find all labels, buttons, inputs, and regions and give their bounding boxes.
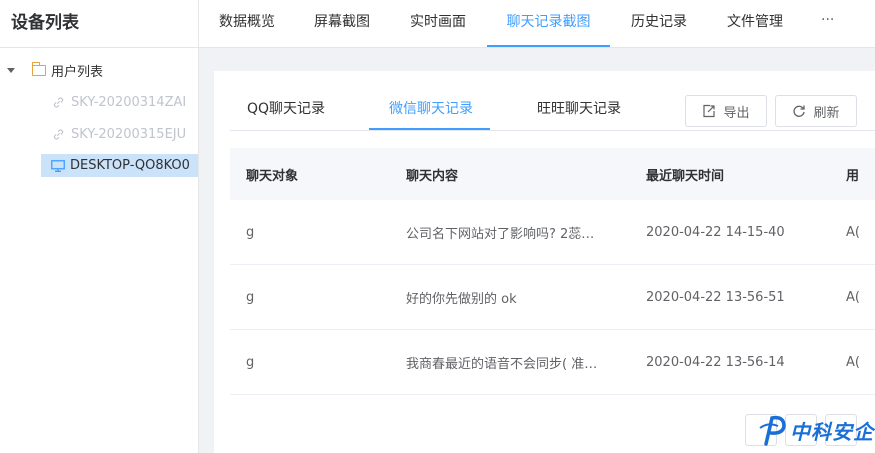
- watermark-text: 中科安企: [790, 419, 874, 444]
- refresh-button[interactable]: 刷新: [775, 95, 857, 127]
- device-label: SKY-20200314ZAI: [71, 94, 187, 110]
- refresh-label: 刷新: [813, 105, 840, 121]
- cell-user: A(: [846, 354, 860, 370]
- table-row[interactable]: g 好的你先做别的 ok 2020-04-22 13-56-51 A(: [230, 265, 875, 330]
- cell-user: A(: [846, 224, 860, 240]
- chat-tabs: QQ聊天记录 微信聊天记录 旺旺聊天记录 导出 刷新: [214, 71, 875, 131]
- link-icon: [53, 96, 64, 108]
- table-header: 聊天对象 聊天内容 最近聊天时间 用: [230, 148, 875, 200]
- tree-node-device-1[interactable]: SKY-20200314ZAI: [0, 86, 198, 118]
- export-button[interactable]: 导出: [685, 95, 767, 127]
- cell-content: 公司名下网站对了影响吗? 2蕊…: [406, 226, 595, 242]
- cell-target: g: [246, 224, 255, 240]
- device-label: SKY-20200315EJU: [71, 126, 187, 142]
- sidebar-title: 设备列表: [0, 0, 198, 48]
- chat-records-table: 聊天对象 聊天内容 最近聊天时间 用 g 公司名下网站对了影响吗? 2蕊… 20…: [230, 148, 875, 395]
- header-last-chat-time: 最近聊天时间: [646, 168, 725, 184]
- tab-data-overview[interactable]: 数据概览: [207, 0, 287, 47]
- tree-root-label: 用户列表: [51, 64, 104, 80]
- cell-content: 好的你先做别的 ok: [406, 291, 517, 307]
- header-user: 用: [846, 168, 860, 184]
- tab-screenshot[interactable]: 屏幕截图: [302, 0, 382, 47]
- tab-live-view[interactable]: 实时画面: [398, 0, 478, 47]
- device-tree: 用户列表 SKY-20200314ZAI SKY-20200315EJU DES…: [0, 48, 198, 177]
- refresh-icon: [793, 105, 806, 117]
- monitor-icon: [51, 159, 65, 172]
- tree-node-device-3[interactable]: DESKTOP-QO8KO0: [41, 154, 198, 177]
- tab-qq-chat[interactable]: QQ聊天记录: [247, 98, 325, 118]
- tab-wechat-chat[interactable]: 微信聊天记录: [389, 98, 473, 118]
- folder-icon: [31, 61, 46, 76]
- more-tabs-button[interactable]: ···: [821, 0, 834, 47]
- tree-node-device-2[interactable]: SKY-20200315EJU: [0, 118, 198, 150]
- device-label: DESKTOP-QO8KO0: [70, 158, 190, 173]
- header-chat-target: 聊天对象: [246, 168, 299, 184]
- cell-target: g: [246, 289, 255, 305]
- cell-time: 2020-04-22 14-15-40: [646, 224, 785, 240]
- tab-chat-screenshot[interactable]: 聊天记录截图: [487, 0, 610, 47]
- top-tab-bar: 数据概览 屏幕截图 实时画面 聊天记录截图 历史记录 文件管理 ···: [199, 0, 875, 48]
- cell-content: 我商春最近的语音不会同步( 准…: [406, 356, 598, 372]
- table-row[interactable]: g 我商春最近的语音不会同步( 准… 2020-04-22 13-56-14 A…: [230, 330, 875, 395]
- cell-user: A(: [846, 289, 860, 305]
- chat-records-card: QQ聊天记录 微信聊天记录 旺旺聊天记录 导出 刷新 聊天对象 聊天内容 最近聊…: [214, 71, 875, 453]
- export-label: 导出: [723, 105, 750, 121]
- header-chat-content: 聊天内容: [406, 168, 459, 184]
- device-sidebar: 设备列表 用户列表 SKY-20200314ZAI SKY-20200315EJ…: [0, 0, 199, 453]
- cell-target: g: [246, 354, 255, 370]
- cell-time: 2020-04-22 13-56-14: [646, 354, 785, 370]
- caret-down-icon[interactable]: [7, 67, 15, 73]
- table-row[interactable]: g 公司名下网站对了影响吗? 2蕊… 2020-04-22 14-15-40 A…: [230, 200, 875, 265]
- cell-time: 2020-04-22 13-56-51: [646, 289, 785, 305]
- tab-file-manager[interactable]: 文件管理: [715, 0, 795, 47]
- tree-node-user-list[interactable]: 用户列表: [0, 54, 198, 86]
- main-content: QQ聊天记录 微信聊天记录 旺旺聊天记录 导出 刷新 聊天对象 聊天内容 最近聊…: [199, 48, 875, 453]
- export-icon: [703, 104, 716, 118]
- watermark-logo: 中科安企: [758, 410, 874, 450]
- tab-history[interactable]: 历史记录: [619, 0, 699, 47]
- logo-icon: [759, 415, 786, 446]
- tab-wangwang-chat[interactable]: 旺旺聊天记录: [537, 98, 621, 118]
- link-icon: [53, 128, 64, 140]
- tabs-divider: [230, 130, 875, 131]
